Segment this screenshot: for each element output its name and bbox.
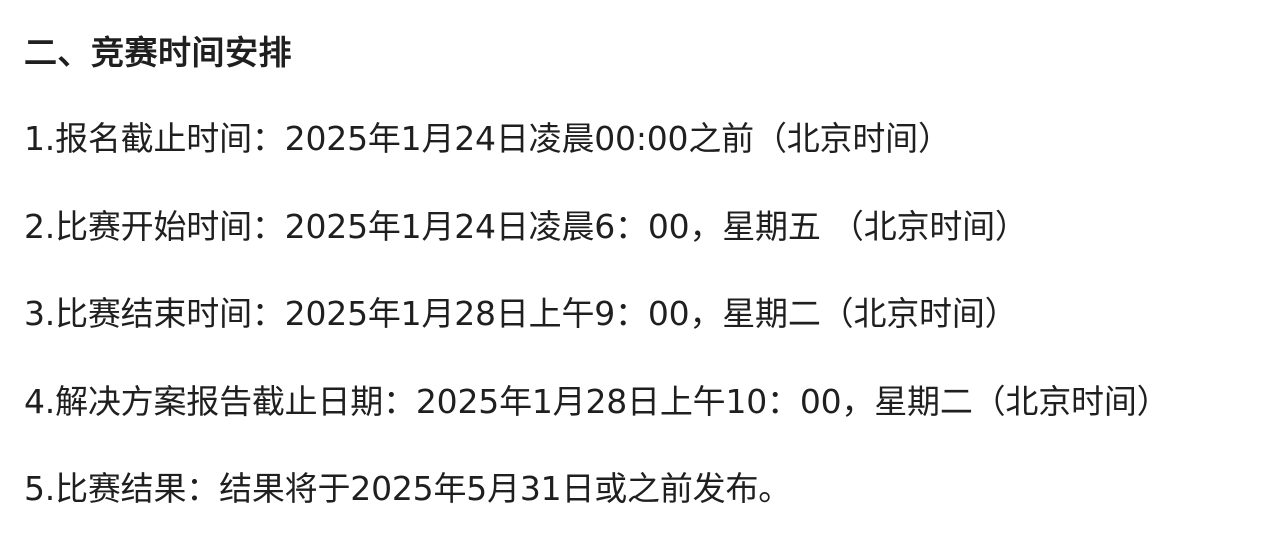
schedule-item-registration-deadline: 1.报名截止时间：2025年1月24日凌晨00:00之前（北京时间）	[24, 119, 951, 158]
document-page: 二、竞赛时间安排 1.报名截止时间：2025年1月24日凌晨00:00之前（北京…	[0, 0, 1287, 535]
schedule-item-competition-start: 2.比赛开始时间：2025年1月24日凌晨6：00，星期五 （北京时间）	[24, 207, 1028, 246]
section-heading: 二、竞赛时间安排	[24, 33, 292, 72]
schedule-item-report-deadline: 4.解决方案报告截止日期：2025年1月28日上午10：00，星期二（北京时间）	[24, 382, 1170, 421]
schedule-item-results: 5.比赛结果：结果将于2025年5月31日或之前发布。	[24, 469, 792, 508]
schedule-item-competition-end: 3.比赛结束时间：2025年1月28日上午9：00，星期二（北京时间）	[24, 294, 1018, 333]
